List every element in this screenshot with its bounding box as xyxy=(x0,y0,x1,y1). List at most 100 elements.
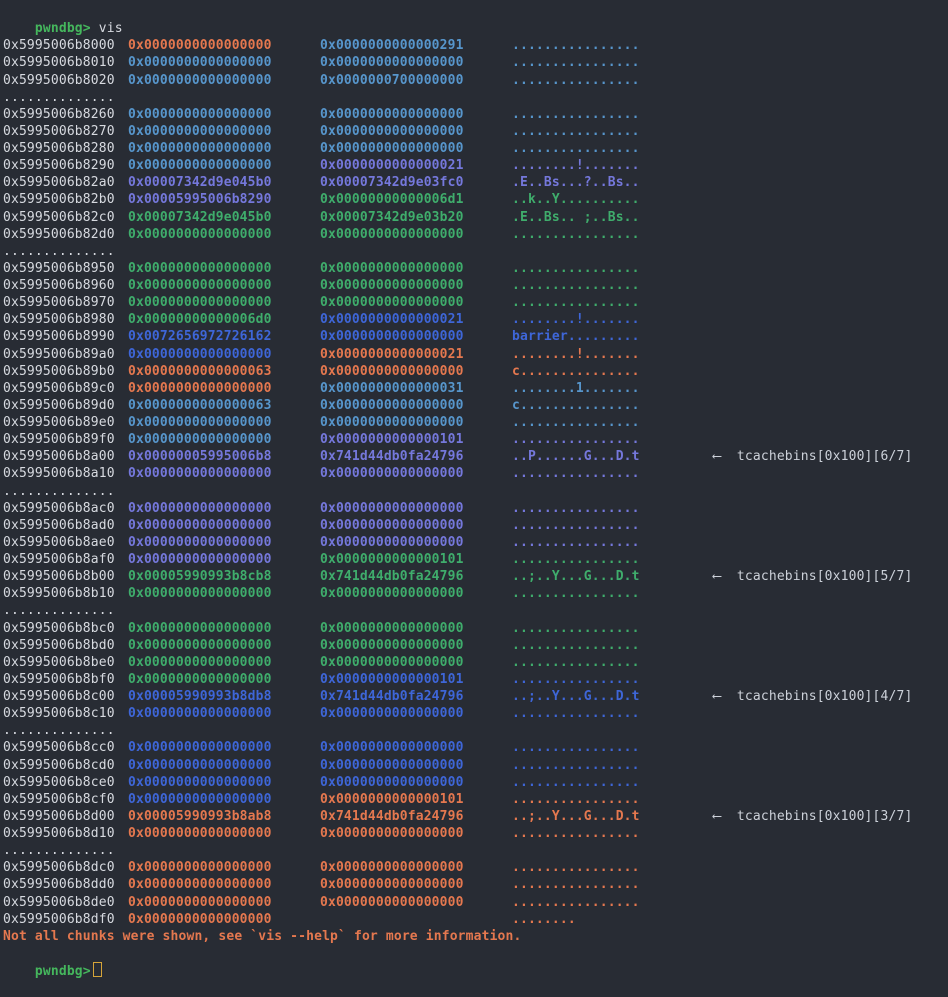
address-cell: 0x5995006b8950 xyxy=(3,260,115,277)
footer-warning: Not all chunks were shown, see `vis --he… xyxy=(0,928,948,945)
skipped-rows-marker: .............. xyxy=(0,722,948,739)
memory-row: 0x5995006b82800x00000000000000000x000000… xyxy=(0,140,948,157)
qword-value-1: 0x0000000000000000 xyxy=(128,825,272,842)
address-cell: 0x5995006b8270 xyxy=(3,123,115,140)
qword-value-2: 0x741d44db0fa24796 xyxy=(320,808,464,825)
ascii-dump: ................ xyxy=(512,37,640,54)
memory-row: 0x5995006b89f00x00000000000000000x000000… xyxy=(0,431,948,448)
qword-value-2: 0x0000000000000000 xyxy=(320,54,464,71)
skipped-rows-dots: .............. xyxy=(3,89,115,106)
memory-row: 0x5995006b8a100x00000000000000000x000000… xyxy=(0,465,948,482)
ascii-dump: ..;..Y...G...D.t xyxy=(512,568,640,585)
memory-row: 0x5995006b80200x00000000000000000x000000… xyxy=(0,72,948,89)
qword-value-2: 0x0000000000000000 xyxy=(320,585,464,602)
qword-value-1: 0x0000000000000000 xyxy=(128,465,272,482)
qword-value-1: 0x00005990993b8ab8 xyxy=(128,808,272,825)
memory-row: 0x5995006b8ac00x00000000000000000x000000… xyxy=(0,500,948,517)
qword-value-2: 0x0000000000000101 xyxy=(320,551,464,568)
address-cell: 0x5995006b8280 xyxy=(3,140,115,157)
ascii-dump: ................ xyxy=(512,414,640,431)
address-cell: 0x5995006b8dc0 xyxy=(3,859,115,876)
address-cell: 0x5995006b8990 xyxy=(3,328,115,345)
qword-value-2: 0x0000000000000000 xyxy=(320,620,464,637)
address-cell: 0x5995006b82a0 xyxy=(3,174,115,191)
memory-row: 0x5995006b89a00x00000000000000000x000000… xyxy=(0,346,948,363)
vis-output: 0x5995006b80000x00000000000000000x000000… xyxy=(0,20,948,928)
ascii-dump: ..P......G...D.t xyxy=(512,448,640,465)
qword-value-2: 0x0000000000000000 xyxy=(320,140,464,157)
address-cell: 0x5995006b8cd0 xyxy=(3,757,115,774)
qword-value-2: 0x741d44db0fa24796 xyxy=(320,688,464,705)
memory-row: 0x5995006b8c100x00000000000000000x000000… xyxy=(0,705,948,722)
ascii-dump: ................ xyxy=(512,791,640,808)
ascii-dump: ................ xyxy=(512,123,640,140)
memory-row: 0x5995006b82a00x00007342d9e045b00x000073… xyxy=(0,174,948,191)
address-cell: 0x5995006b89d0 xyxy=(3,397,115,414)
qword-value-1: 0x0000000000000000 xyxy=(128,294,272,311)
qword-value-2: 0x0000000000000000 xyxy=(320,534,464,551)
address-cell: 0x5995006b89b0 xyxy=(3,363,115,380)
blank-line xyxy=(0,20,948,37)
address-cell: 0x5995006b8cf0 xyxy=(3,791,115,808)
memory-row: 0x5995006b89600x00000000000000000x000000… xyxy=(0,277,948,294)
ascii-dump: .E..Bs.. ;..Bs.. xyxy=(512,209,640,226)
ascii-dump: ................ xyxy=(512,500,640,517)
ascii-dump: ................ xyxy=(512,671,640,688)
qword-value-1: 0x00000005995006b8 xyxy=(128,448,272,465)
address-cell: 0x5995006b8d10 xyxy=(3,825,115,842)
qword-value-1: 0x0000000000000000 xyxy=(128,157,272,174)
tcachebin-annotation: ⟵ tcachebins[0x100][5/7] xyxy=(713,568,912,585)
qword-value-1: 0x0000000000000000 xyxy=(128,637,272,654)
ascii-dump: ................ xyxy=(512,294,640,311)
ascii-dump: ................ xyxy=(512,894,640,911)
terminal-cursor[interactable] xyxy=(93,962,102,977)
qword-value-1: 0x0000000000000000 xyxy=(128,757,272,774)
qword-value-1: 0x0000000000000000 xyxy=(128,106,272,123)
skipped-rows-marker: .............. xyxy=(0,483,948,500)
qword-value-2: 0x0000000000000000 xyxy=(320,654,464,671)
memory-row: 0x5995006b82c00x00007342d9e045b00x000073… xyxy=(0,209,948,226)
qword-value-1: 0x0000000000000000 xyxy=(128,380,272,397)
ascii-dump: c............... xyxy=(512,397,640,414)
ascii-dump: barrier......... xyxy=(512,328,640,345)
address-cell: 0x5995006b8be0 xyxy=(3,654,115,671)
address-cell: 0x5995006b8a00 xyxy=(3,448,115,465)
ascii-dump: ................ xyxy=(512,739,640,756)
qword-value-1: 0x0000000000000000 xyxy=(128,774,272,791)
address-cell: 0x5995006b8260 xyxy=(3,106,115,123)
memory-row: 0x5995006b8d100x00000000000000000x000000… xyxy=(0,825,948,842)
address-cell: 0x5995006b82d0 xyxy=(3,226,115,243)
skipped-rows-dots: .............. xyxy=(3,483,115,500)
address-cell: 0x5995006b8010 xyxy=(3,54,115,71)
prompt-line: pwndbg> xyxy=(0,945,948,962)
address-cell: 0x5995006b8cc0 xyxy=(3,739,115,756)
memory-row: 0x5995006b8a000x00000005995006b80x741d44… xyxy=(0,448,948,465)
qword-value-2: 0x0000000000000000 xyxy=(320,397,464,414)
address-cell: 0x5995006b8960 xyxy=(3,277,115,294)
qword-value-2: 0x0000000000000000 xyxy=(320,894,464,911)
ascii-dump: ................ xyxy=(512,705,640,722)
memory-row: 0x5995006b8d000x00005990993b8ab80x741d44… xyxy=(0,808,948,825)
qword-value-2: 0x0000000000000031 xyxy=(320,380,464,397)
qword-value-2: 0x0000000000000000 xyxy=(320,705,464,722)
address-cell: 0x5995006b89c0 xyxy=(3,380,115,397)
ascii-dump: .E..Bs...?..Bs.. xyxy=(512,174,640,191)
ascii-dump: ................ xyxy=(512,654,640,671)
memory-row: 0x5995006b89c0 0x0000000000000000 0x000000… xyxy=(0,380,948,397)
memory-row: 0x5995006b82d00x00000000000000000x000000… xyxy=(0,226,948,243)
ascii-dump: ..;..Y...G...D.t xyxy=(512,808,640,825)
qword-value-2: 0x0000000000000101 xyxy=(320,431,464,448)
ascii-dump: ................ xyxy=(512,72,640,89)
ascii-dump: ................ xyxy=(512,534,640,551)
qword-value-1: 0x0000000000000000 xyxy=(128,705,272,722)
terminal-window[interactable]: pwndbg> vis 0x5995006b80000x000000000000… xyxy=(0,0,948,959)
qword-value-1: 0x0000000000000000 xyxy=(128,585,272,602)
address-cell: 0x5995006b8290 xyxy=(3,157,115,174)
address-cell: 0x5995006b8ae0 xyxy=(3,534,115,551)
qword-value-2: 0x0000000000000000 xyxy=(320,414,464,431)
qword-value-1: 0x0000000000000000 xyxy=(128,534,272,551)
memory-row: 0x5995006b82600x00000000000000000x000000… xyxy=(0,106,948,123)
memory-row: 0x5995006b8be00x00000000000000000x000000… xyxy=(0,654,948,671)
qword-value-2: 0x00007342d9e03b20 xyxy=(320,209,464,226)
qword-value-2: 0x0000000000000000 xyxy=(320,739,464,756)
